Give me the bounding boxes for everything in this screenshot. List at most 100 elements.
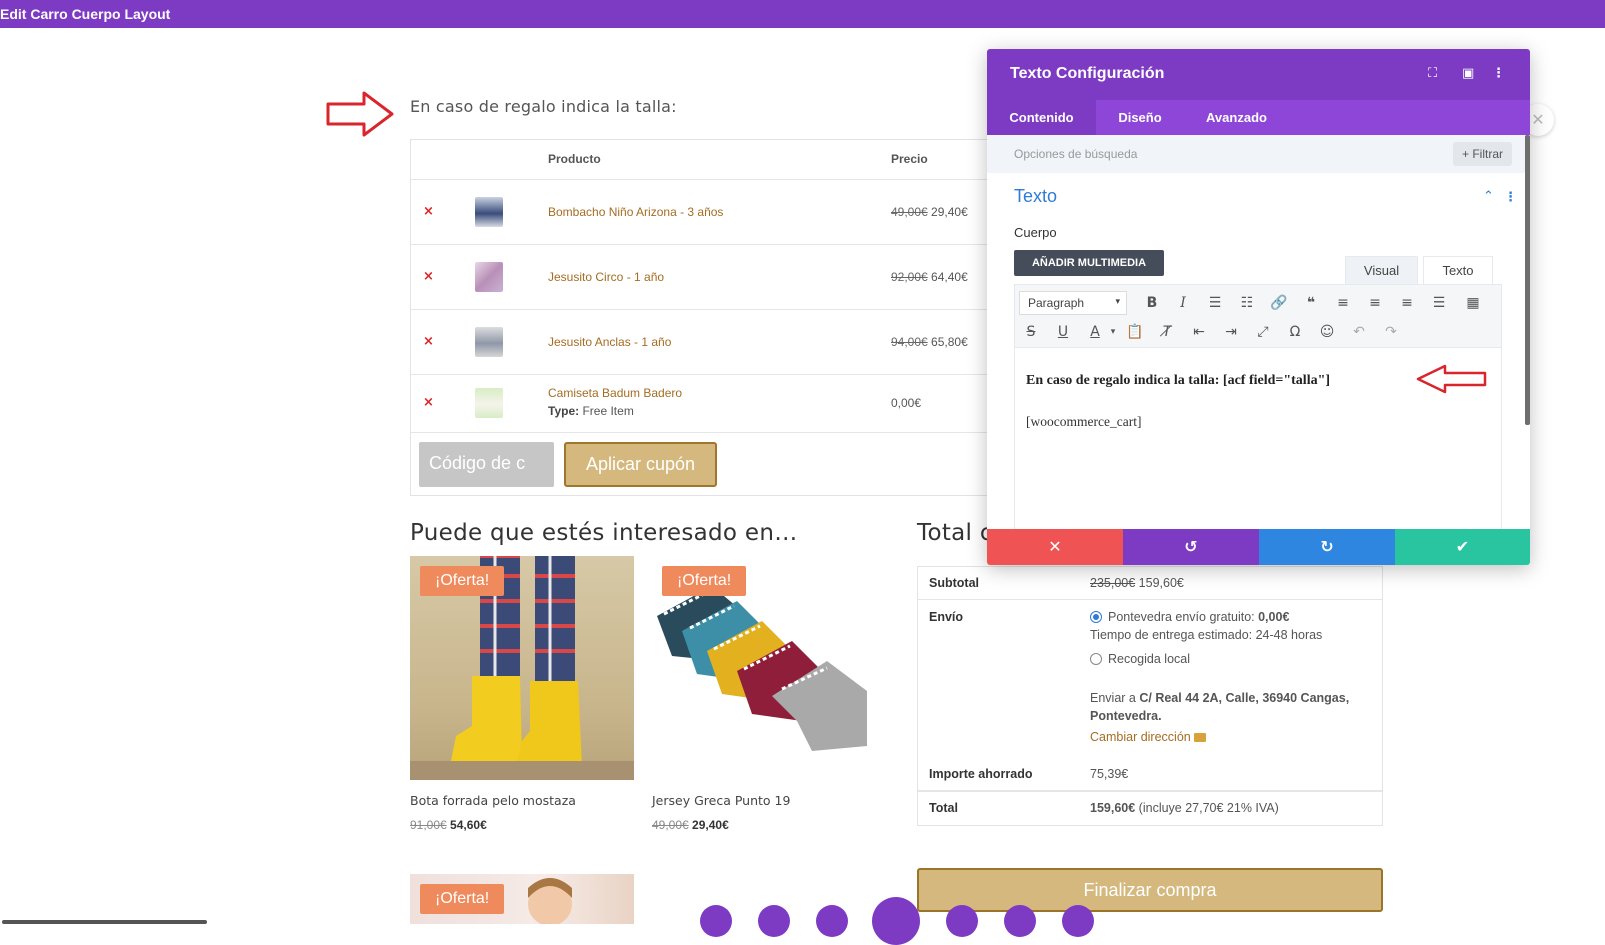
coupon-code-input[interactable]: Código de c <box>419 442 554 487</box>
undo-button[interactable]: ↺ <box>1123 529 1259 565</box>
tab-avanzado[interactable]: Avanzado <box>1184 100 1289 135</box>
editor-tab-text[interactable]: Texto <box>1423 256 1493 284</box>
truck-icon <box>1194 733 1207 742</box>
tab-diseno[interactable]: Diseño <box>1096 100 1184 135</box>
italic-icon[interactable]: I <box>1171 292 1195 314</box>
product-thumbnail[interactable] <box>475 327 503 357</box>
remove-item-icon[interactable]: × <box>423 395 434 410</box>
product-link[interactable]: Jesusito Circo - 1 año <box>548 270 664 284</box>
product-image[interactable]: ¡Oferta! <box>410 874 634 924</box>
blockquote-icon[interactable]: ❝ <box>1299 292 1323 314</box>
underline-icon[interactable]: U <box>1051 321 1075 343</box>
discard-button[interactable]: ✕ <box>987 529 1123 565</box>
builder-control-icon[interactable] <box>816 905 848 937</box>
checkout-button[interactable]: Finalizar compra <box>917 868 1383 912</box>
cart-row: × Camiseta Badum Badero Type: Free Item … <box>411 375 990 433</box>
split-view-icon[interactable]: ▣ <box>1462 66 1474 81</box>
product-link[interactable]: Jesusito Anclas - 1 año <box>548 335 671 349</box>
remove-item-icon[interactable]: × <box>423 334 434 349</box>
product-image[interactable]: ¡Oferta! <box>410 556 634 780</box>
offer-badge: ¡Oferta! <box>420 566 505 596</box>
product-price: 94,00€ 65,80€ <box>891 335 968 349</box>
body-label: Cuerpo <box>1014 225 1057 240</box>
shipping-option-pickup[interactable]: Recogida local <box>1090 652 1190 666</box>
filter-button[interactable]: + Filtrar <box>1452 142 1512 166</box>
product-title[interactable]: Bota forrada pelo mostaza <box>410 793 576 808</box>
numbered-list-icon[interactable]: ☷ <box>1235 292 1259 314</box>
chevron-up-icon[interactable]: ⌃ <box>1483 189 1494 204</box>
modal-scrollbar[interactable] <box>1525 135 1530 425</box>
cart-table: Producto Precio × Bombacho Niño Arizona … <box>410 139 990 496</box>
radio-unselected-icon[interactable] <box>1090 653 1102 665</box>
change-address-link[interactable]: Cambiar dirección <box>1090 730 1207 744</box>
align-left-icon[interactable]: ≡ <box>1331 292 1355 314</box>
align-right-icon[interactable]: ≡ <box>1395 292 1419 314</box>
redo-button[interactable]: ↻ <box>1259 529 1395 565</box>
align-center-icon[interactable]: ≡ <box>1363 292 1387 314</box>
bold-icon[interactable]: B <box>1140 292 1164 314</box>
editor-text-line[interactable]: En caso de regalo indica la talla: [acf … <box>1026 373 1330 389</box>
product-link[interactable]: Camiseta Badum Badero <box>548 386 682 400</box>
outdent-icon[interactable]: ⇤ <box>1187 321 1211 343</box>
builder-control-icon[interactable] <box>758 905 790 937</box>
editor-shortcode-line[interactable]: [woocommerce_cart] <box>1026 414 1141 430</box>
cart-row: × Jesusito Anclas - 1 año 94,00€ 65,80€ <box>411 310 990 375</box>
format-select[interactable]: Paragraph ▾ <box>1019 291 1127 315</box>
product-thumbnail[interactable] <box>475 197 503 227</box>
offer-badge: ¡Oferta! <box>662 566 747 596</box>
remove-item-icon[interactable]: × <box>423 269 434 284</box>
product-thumbnail[interactable] <box>475 388 503 418</box>
options-search-input[interactable]: Opciones de búsqueda <box>1014 147 1137 161</box>
product-link[interactable]: Bombacho Niño Arizona - 3 años <box>548 205 723 219</box>
redo-icon[interactable]: ↷ <box>1379 321 1403 343</box>
clear-format-icon[interactable]: T̸ <box>1155 321 1179 343</box>
undo-icon[interactable]: ↶ <box>1347 321 1371 343</box>
savings-row: Importe ahorrado 75,39€ <box>918 757 1382 792</box>
editor-tab-visual[interactable]: Visual <box>1345 256 1418 284</box>
subtotal-row: Subtotal 235,00€ 159,60€ <box>918 567 1382 600</box>
align-justify-icon[interactable]: ☰ <box>1427 292 1451 314</box>
product-price: 49,00€ 29,40€ <box>652 818 729 832</box>
radio-selected-icon[interactable] <box>1090 611 1102 623</box>
section-title[interactable]: Texto <box>1014 186 1057 207</box>
subtotal-label: Subtotal <box>929 576 979 590</box>
total-label: Total <box>929 801 958 815</box>
builder-control-icon[interactable] <box>946 905 978 937</box>
section-menu-icon[interactable]: ⋮ <box>1504 190 1517 205</box>
product-image[interactable]: ¡Oferta! <box>652 556 876 780</box>
shipping-option-free[interactable]: Pontevedra envío gratuito: 0,00€ <box>1090 610 1289 624</box>
builder-control-icon[interactable] <box>700 905 732 937</box>
strikethrough-icon[interactable]: S <box>1019 321 1043 343</box>
add-media-button[interactable]: AÑADIR MULTIMEDIA <box>1014 250 1164 276</box>
special-character-icon[interactable]: Ω <box>1283 321 1307 343</box>
shipping-eta: Tiempo de entrega estimado: 24-48 horas <box>1090 628 1323 642</box>
apply-coupon-button[interactable]: Aplicar cupón <box>564 442 717 487</box>
cart-row: × Jesusito Circo - 1 año 92,00€ 64,40€ <box>411 245 990 310</box>
expand-icon[interactable]: ⛶ <box>1428 66 1437 81</box>
builder-control-icon[interactable] <box>1004 905 1036 937</box>
product-title[interactable]: Jersey Greca Punto 19 <box>652 793 790 808</box>
close-icon: ✕ <box>1048 537 1062 556</box>
paste-icon[interactable]: 📋 <box>1123 321 1147 343</box>
text-settings-modal: Texto Configuración ⛶ ▣ ⋮ Contenido Dise… <box>987 49 1530 565</box>
tab-contenido[interactable]: Contenido <box>987 100 1096 135</box>
builder-control-icon[interactable] <box>1062 905 1094 937</box>
savings-value: 75,39€ <box>1090 767 1129 781</box>
indent-icon[interactable]: ⇥ <box>1219 321 1243 343</box>
save-button[interactable]: ✔ <box>1395 529 1530 565</box>
bullet-list-icon[interactable]: ☰ <box>1203 292 1227 314</box>
options-search: Opciones de búsqueda + Filtrar <box>987 135 1530 173</box>
more-options-icon[interactable]: ⋮ <box>1492 66 1505 81</box>
horizontal-scrollbar[interactable] <box>2 920 207 924</box>
related-products-title: Puede que estés interesado en… <box>410 520 798 546</box>
table-icon[interactable]: ▦ <box>1461 292 1485 314</box>
fullscreen-icon[interactable]: ⤢ <box>1251 321 1275 343</box>
link-icon[interactable]: 🔗 <box>1267 292 1291 314</box>
modal-footer: ✕ ↺ ↻ ✔ <box>987 529 1530 565</box>
product-thumbnail[interactable] <box>475 262 503 292</box>
check-icon: ✔ <box>1455 537 1470 556</box>
text-color-caret-icon[interactable]: ▾ <box>1101 321 1125 343</box>
emoji-icon[interactable]: ☺ <box>1315 321 1339 343</box>
builder-main-control-icon[interactable] <box>872 897 920 945</box>
remove-item-icon[interactable]: × <box>423 204 434 219</box>
